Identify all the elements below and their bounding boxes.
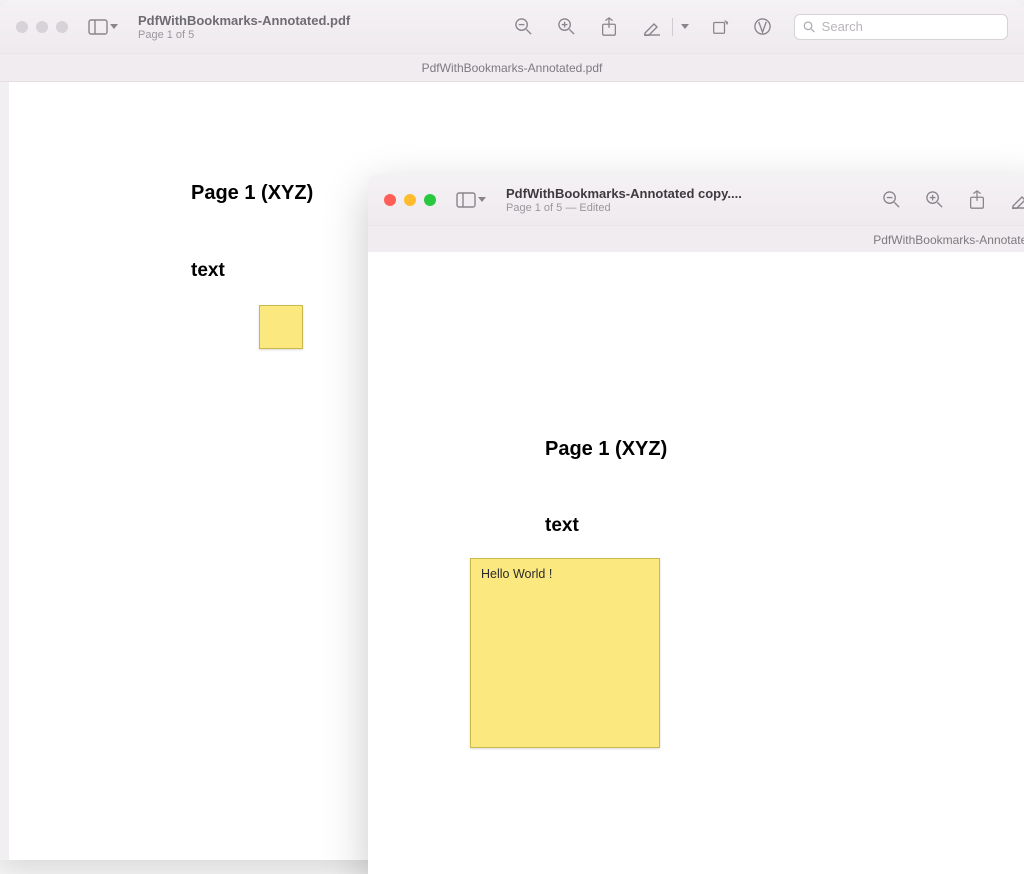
page-subheading: text <box>191 260 225 282</box>
rotate-button[interactable] <box>709 14 731 40</box>
tab-label[interactable]: PdfWithBookmarks-Annotated.pdf <box>422 61 603 75</box>
toolbar-icons <box>880 186 1024 214</box>
page-heading: Page 1 (XYZ) <box>191 182 313 205</box>
toolbar: PdfWithBookmarks-Annotated copy.... Page… <box>368 174 1024 226</box>
sticky-note-large[interactable]: Hello World ! <box>470 558 660 748</box>
highlight-button[interactable] <box>751 13 774 40</box>
close-button[interactable] <box>384 194 396 206</box>
maximize-button[interactable] <box>56 21 68 33</box>
share-icon <box>600 17 618 37</box>
window-title: PdfWithBookmarks-Annotated.pdf <box>138 13 350 28</box>
traffic-lights-inactive <box>16 21 68 33</box>
title-block: PdfWithBookmarks-Annotated.pdf Page 1 of… <box>138 13 350 41</box>
chevron-down-icon[interactable] <box>681 24 689 29</box>
toolbar-icons <box>512 13 1008 41</box>
zoom-out-button[interactable] <box>512 13 535 40</box>
sidebar-icon <box>88 19 108 35</box>
zoom-in-button[interactable] <box>923 186 946 213</box>
share-button[interactable] <box>966 186 988 214</box>
toolbar: PdfWithBookmarks-Annotated.pdf Page 1 of… <box>0 0 1024 54</box>
window-subtitle: Page 1 of 5 — Edited <box>506 202 742 214</box>
page-subheading: text <box>545 515 579 537</box>
tab-label[interactable]: PdfWithBookmarks-Annotated <box>873 233 1024 247</box>
markup-icon <box>1010 191 1024 209</box>
tab-bar: PdfWithBookmarks-Annotated <box>368 226 1024 254</box>
rotate-icon <box>711 18 729 36</box>
zoom-out-button[interactable] <box>880 186 903 213</box>
zoom-in-icon <box>925 190 944 209</box>
close-button[interactable] <box>16 21 28 33</box>
markup-button[interactable] <box>640 14 664 40</box>
separator <box>672 18 673 36</box>
document-viewport[interactable]: Page 1 (XYZ) text Hello World ! <box>368 252 1024 874</box>
search-icon <box>803 20 816 34</box>
preview-window-front: PdfWithBookmarks-Annotated copy.... Page… <box>368 174 1024 874</box>
search-input[interactable] <box>822 19 999 34</box>
highlight-icon <box>753 17 772 36</box>
sidebar-toggle[interactable] <box>86 15 120 39</box>
tab-bar: PdfWithBookmarks-Annotated.pdf <box>0 54 1024 82</box>
sticky-note-small[interactable] <box>259 305 303 349</box>
traffic-lights <box>384 194 436 206</box>
zoom-in-button[interactable] <box>555 13 578 40</box>
sticky-note-text: Hello World ! <box>481 567 552 581</box>
zoom-in-icon <box>557 17 576 36</box>
sidebar-icon <box>456 192 476 208</box>
window-subtitle: Page 1 of 5 <box>138 29 350 41</box>
sidebar-toggle[interactable] <box>454 188 488 212</box>
chevron-down-icon <box>110 24 118 29</box>
page-heading: Page 1 (XYZ) <box>545 438 667 461</box>
share-icon <box>968 190 986 210</box>
chevron-down-icon <box>478 197 486 202</box>
title-block: PdfWithBookmarks-Annotated copy.... Page… <box>506 186 742 214</box>
maximize-button[interactable] <box>424 194 436 206</box>
zoom-out-icon <box>882 190 901 209</box>
markup-icon <box>642 18 662 36</box>
minimize-button[interactable] <box>36 21 48 33</box>
zoom-out-icon <box>514 17 533 36</box>
search-box[interactable] <box>794 14 1008 40</box>
markup-button[interactable] <box>1008 187 1024 213</box>
share-button[interactable] <box>598 13 620 41</box>
minimize-button[interactable] <box>404 194 416 206</box>
window-title: PdfWithBookmarks-Annotated copy.... <box>506 186 742 201</box>
